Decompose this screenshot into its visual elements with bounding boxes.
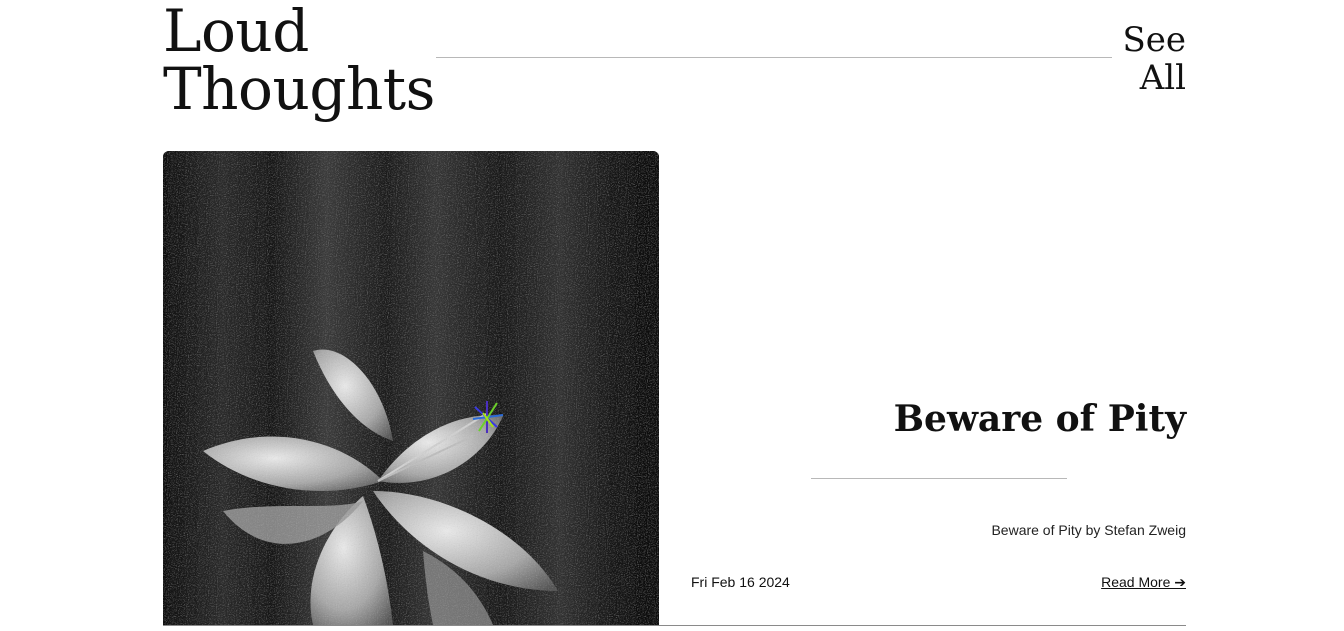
post-image[interactable] [163, 151, 659, 625]
see-all-line1: See [1122, 20, 1186, 60]
post-excerpt: Beware of Pity by Stefan Zweig [991, 522, 1186, 538]
post-date: Fri Feb 16 2024 [691, 574, 790, 590]
see-all-link[interactable]: See All [1116, 21, 1186, 97]
blog-section: Loud Thoughts See All Beware of Pity Bew… [0, 0, 1344, 631]
lily-flower-image [163, 151, 659, 625]
title-divider [436, 57, 1112, 58]
section-title: Loud Thoughts [163, 2, 435, 118]
post-title[interactable]: Beware of Pity [894, 397, 1186, 441]
read-more-link[interactable]: Read More ➔ [1101, 573, 1186, 591]
section-title-line2: Thoughts [163, 55, 435, 123]
post-card: Beware of Pity Beware of Pity by Stefan … [163, 151, 1186, 626]
see-all-line2: All [1139, 58, 1186, 98]
post-divider [811, 478, 1067, 479]
